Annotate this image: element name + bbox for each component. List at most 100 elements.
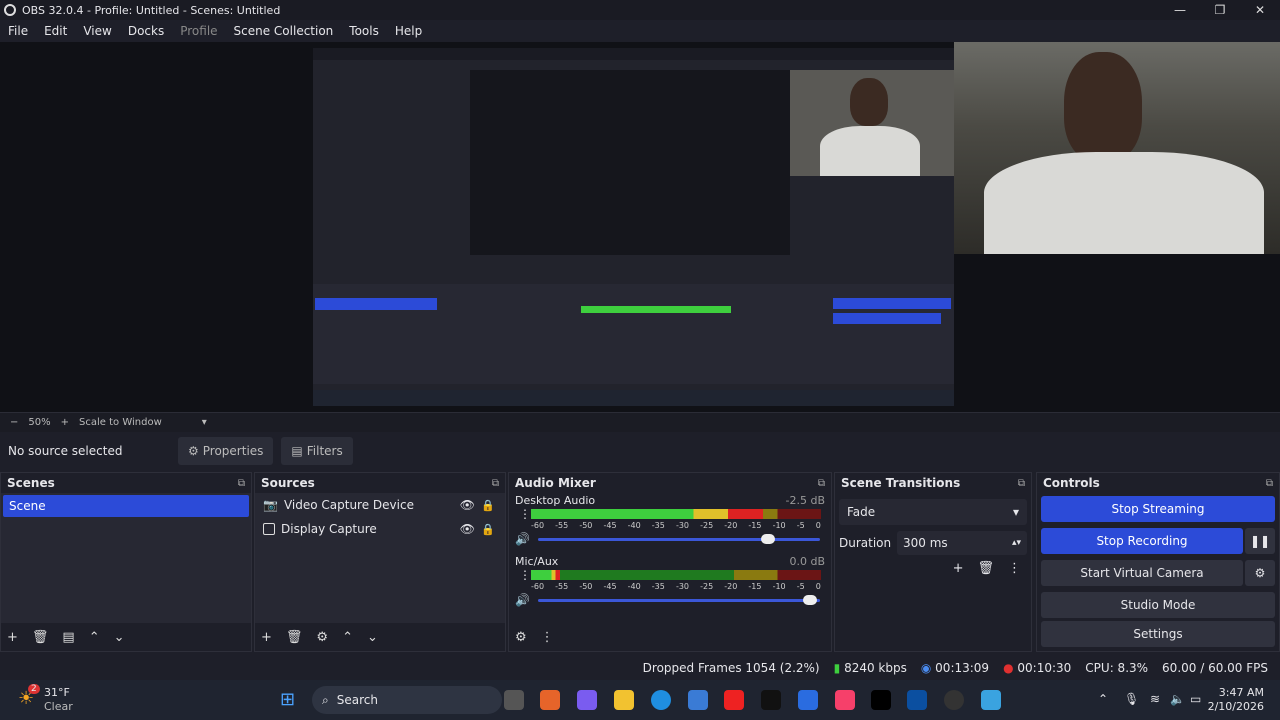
menu-view[interactable]: View xyxy=(75,24,119,38)
volume-slider[interactable] xyxy=(537,533,820,544)
lock-icon[interactable]: 🔒 xyxy=(481,499,495,512)
undock-icon[interactable]: ⧉ xyxy=(1266,478,1273,489)
music-icon[interactable] xyxy=(835,690,855,710)
meter-tick: -30 xyxy=(675,582,690,591)
volume-slider[interactable] xyxy=(537,594,820,605)
undock-icon[interactable]: ⧉ xyxy=(492,478,499,489)
notepad-icon[interactable] xyxy=(981,690,1001,710)
spinner-icon[interactable]: ▴▾ xyxy=(1012,538,1021,548)
menu-edit[interactable]: Edit xyxy=(36,24,75,38)
kebab-menu-icon[interactable]: ⋮ xyxy=(1008,561,1021,576)
capcut-icon[interactable] xyxy=(871,690,891,710)
stop-recording-button[interactable]: Stop Recording xyxy=(1041,528,1243,554)
gear-icon[interactable]: ⚙ xyxy=(515,630,527,645)
undock-icon[interactable]: ⧉ xyxy=(1018,478,1025,489)
transition-select[interactable]: Fade ▾ xyxy=(839,499,1027,525)
netflix-icon[interactable] xyxy=(761,690,781,710)
battery-icon[interactable]: ▭ xyxy=(1190,692,1201,706)
app-icon[interactable] xyxy=(540,690,560,710)
taskbar-search[interactable]: ⌕ Search xyxy=(312,686,502,714)
pause-icon: ❚❚ xyxy=(1249,534,1271,548)
menu-profile[interactable]: Profile xyxy=(172,24,225,38)
move-up-icon[interactable]: ⌃ xyxy=(89,630,100,645)
move-down-icon[interactable]: ⌄ xyxy=(367,630,378,645)
filters-label: Filters xyxy=(306,444,343,458)
gear-icon: ⚙ xyxy=(188,444,199,458)
gear-icon[interactable]: ⚙ xyxy=(316,630,328,645)
source-item[interactable]: Display Capture 👁 🔒 xyxy=(255,517,505,541)
edge-icon[interactable] xyxy=(651,690,671,710)
duration-input[interactable]: 300 ms ▴▾ xyxy=(897,531,1027,555)
mixer-channel-header: Mic/Aux 0.0 dB xyxy=(509,554,831,568)
trash-icon[interactable]: 🗑 xyxy=(32,630,49,645)
restore-icon[interactable]: ❐ xyxy=(1200,0,1240,20)
filter-icon: ▤ xyxy=(291,444,303,458)
lock-icon[interactable]: 🔒 xyxy=(481,523,495,536)
source-item[interactable]: 📷 Video Capture Device 👁 🔒 xyxy=(255,493,505,517)
menu-scene-collection[interactable]: Scene Collection xyxy=(226,24,342,38)
meter-tick: -5 xyxy=(796,521,805,530)
trash-icon[interactable]: 🗑 xyxy=(977,561,994,576)
chevron-down-icon[interactable]: ▾ xyxy=(202,417,207,428)
zoom-out-icon[interactable]: − xyxy=(10,417,18,428)
task-view-icon[interactable] xyxy=(504,690,524,710)
settings-button[interactable]: Settings xyxy=(1041,621,1275,647)
copilot-icon[interactable] xyxy=(577,690,597,710)
add-icon[interactable]: + xyxy=(953,561,964,576)
notification-badge: 2 xyxy=(28,684,40,694)
file-explorer-icon[interactable] xyxy=(614,690,634,710)
eye-icon[interactable]: 👁 xyxy=(460,498,475,512)
window-title: OBS 32.0.4 - Profile: Untitled - Scenes:… xyxy=(22,3,281,17)
speaker-icon[interactable]: 🔈 xyxy=(1170,692,1185,706)
youtube-icon[interactable] xyxy=(724,690,744,710)
undock-icon[interactable]: ⧉ xyxy=(238,478,245,489)
app-icon[interactable] xyxy=(798,690,818,710)
move-down-icon[interactable]: ⌄ xyxy=(114,630,125,645)
properties-button[interactable]: ⚙ Properties xyxy=(178,437,274,465)
chevron-up-icon[interactable]: ⌃ xyxy=(1098,692,1108,706)
pause-recording-button[interactable]: ❚❚ xyxy=(1245,528,1275,554)
menu-docks[interactable]: Docks xyxy=(120,24,172,38)
scale-mode-select[interactable]: Scale to Window xyxy=(79,417,162,428)
stop-streaming-button[interactable]: Stop Streaming xyxy=(1041,496,1275,522)
speaker-icon[interactable]: 🔊 xyxy=(515,593,530,607)
menu-file[interactable]: File xyxy=(0,24,36,38)
kebab-menu-icon[interactable]: ⋮ xyxy=(519,568,531,582)
menu-tools[interactable]: Tools xyxy=(341,24,387,38)
volume-meter xyxy=(531,568,821,582)
eye-icon[interactable]: 👁 xyxy=(460,522,475,536)
undock-icon[interactable]: ⧉ xyxy=(818,478,825,489)
mixer-title: Audio Mixer xyxy=(515,476,596,490)
meter-tick: -45 xyxy=(603,521,617,530)
windows-taskbar: ☀ 2 31°F Clear ⊞ ⌕ Search 3:47 AM 2/10/20… xyxy=(0,680,1280,720)
filters-button[interactable]: ▤ Filters xyxy=(281,437,353,465)
store-icon[interactable] xyxy=(688,690,708,710)
kebab-menu-icon[interactable]: ⋮ xyxy=(541,630,554,645)
filters-icon[interactable]: ▤ xyxy=(62,630,74,645)
kebab-menu-icon[interactable]: ⋮ xyxy=(519,507,531,521)
record-icon: ● xyxy=(1003,661,1014,675)
speaker-icon[interactable]: 🔊 xyxy=(515,532,530,546)
wifi-icon[interactable]: ≋ xyxy=(1150,692,1160,706)
menu-help[interactable]: Help xyxy=(387,24,430,38)
add-icon[interactable]: + xyxy=(261,630,272,645)
meter-tick: -50 xyxy=(579,521,593,530)
close-icon[interactable]: ✕ xyxy=(1240,0,1280,20)
scene-item[interactable]: Scene xyxy=(3,495,249,517)
virtual-camera-settings-button[interactable]: ⚙ xyxy=(1245,560,1275,586)
move-up-icon[interactable]: ⌃ xyxy=(342,630,353,645)
program-preview[interactable] xyxy=(0,42,1280,412)
add-icon[interactable]: + xyxy=(7,630,18,645)
disney-icon[interactable] xyxy=(907,690,927,710)
start-virtual-camera-button[interactable]: Start Virtual Camera xyxy=(1041,560,1243,586)
chevron-down-icon: ▾ xyxy=(1012,505,1019,519)
microphone-icon[interactable]: 🎙 xyxy=(1124,692,1139,706)
minimize-icon[interactable]: — xyxy=(1160,0,1200,20)
studio-mode-button[interactable]: Studio Mode xyxy=(1041,592,1275,618)
windows-start-icon[interactable]: ⊞ xyxy=(280,689,295,710)
slider-knob[interactable] xyxy=(803,594,818,605)
zoom-in-icon[interactable]: + xyxy=(61,417,69,428)
obs-taskbar-icon[interactable] xyxy=(944,690,964,710)
trash-icon[interactable]: 🗑 xyxy=(286,630,303,645)
slider-knob[interactable] xyxy=(760,533,775,544)
